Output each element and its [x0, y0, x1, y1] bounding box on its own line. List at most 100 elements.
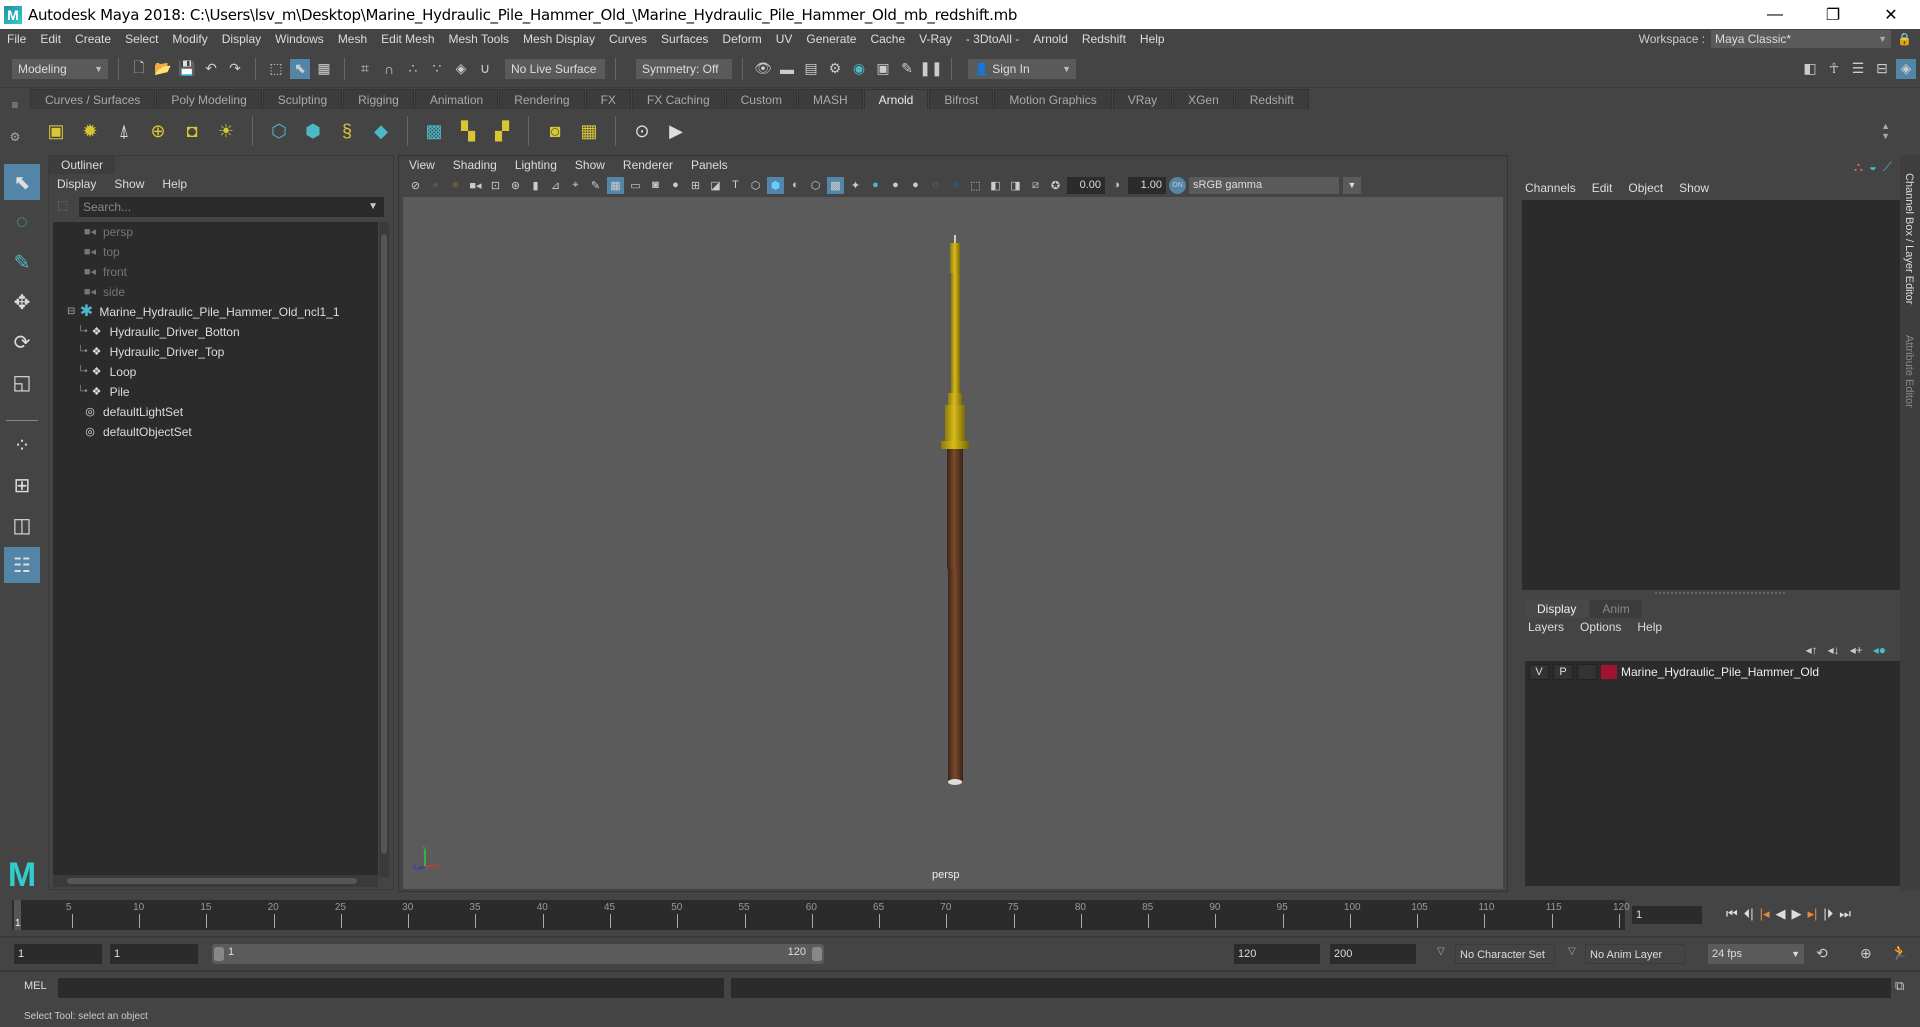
outliner-menu-display[interactable]: Display	[57, 177, 96, 191]
smooth-shade-icon[interactable]: ⬢	[767, 176, 784, 194]
anim-layer-dropdown[interactable]: No Anim Layer	[1585, 944, 1685, 964]
create-standin-icon[interactable]: ⬡	[265, 117, 293, 145]
menu-generate[interactable]: Generate	[799, 32, 863, 46]
resolution-gate-icon[interactable]: ◙	[647, 177, 664, 194]
grid-icon[interactable]: ▦	[607, 176, 624, 194]
snap-point-icon[interactable]: ∴	[403, 59, 423, 79]
human-ik-icon[interactable]: ☥	[1824, 59, 1844, 79]
select-object-icon[interactable]: ⬉	[290, 58, 310, 79]
filter-icon[interactable]: ⬚	[57, 198, 68, 212]
redshift-ipr-icon[interactable]: ●	[427, 177, 444, 194]
physical-sky-icon[interactable]: ☀	[212, 117, 240, 145]
outliner-search-input[interactable]: Search...	[79, 197, 384, 217]
go-to-start-icon[interactable]: ⏮	[1726, 906, 1738, 922]
layer-menu-options[interactable]: Options	[1580, 620, 1621, 634]
snap-magnet-icon[interactable]: ∪	[475, 59, 495, 79]
scrollbar-thumb[interactable]	[381, 234, 387, 854]
symmetry-dropdown[interactable]: Symmetry: Off	[636, 58, 732, 79]
command-input[interactable]	[58, 978, 724, 998]
channels-menu-object[interactable]: Object	[1628, 181, 1663, 195]
shading-icon[interactable]: ◙	[541, 117, 569, 145]
checker-shading-icon[interactable]: ▦	[575, 117, 603, 145]
two-d-pan-zoom-icon[interactable]: ⌖	[567, 177, 584, 194]
menu-arnold[interactable]: Arnold	[1026, 32, 1075, 46]
four-view-layout-icon[interactable]: ⊞	[4, 467, 40, 503]
step-back-frame-icon[interactable]: |◂	[1760, 906, 1770, 922]
shelf-tab-fx[interactable]: FX	[585, 89, 631, 109]
menu-display[interactable]: Display	[215, 32, 268, 46]
play-forward-icon[interactable]: ▶	[1792, 906, 1802, 922]
field-chart-icon[interactable]: ⊞	[687, 177, 704, 194]
gate-mask-icon[interactable]: ●	[667, 177, 684, 194]
outliner-menu-help[interactable]: Help	[162, 177, 187, 191]
lock-camera-icon[interactable]: ⊡	[487, 177, 504, 194]
channel-box-toggle-icon[interactable]: ◈	[1896, 58, 1916, 79]
render-settings-icon[interactable]: ⚙	[825, 59, 845, 79]
layer-menu-help[interactable]: Help	[1637, 620, 1662, 634]
save-scene-icon[interactable]: 💾	[177, 59, 197, 79]
viewport-menu-lighting[interactable]: Lighting	[515, 158, 557, 172]
restore-button[interactable]: ❐	[1804, 0, 1862, 29]
ambient-occlusion-icon[interactable]: ●	[887, 177, 904, 194]
viewport-menu-renderer[interactable]: Renderer	[623, 158, 673, 172]
menu-select[interactable]: Select	[118, 32, 165, 46]
channels-menu-channels[interactable]: Channels	[1525, 181, 1576, 195]
workspace-dropdown[interactable]: Maya Classic*	[1711, 30, 1892, 48]
menu-mesh-display[interactable]: Mesh Display	[516, 32, 602, 46]
area-light-icon[interactable]: ▣	[42, 117, 70, 145]
outliner-node-side[interactable]: ■◂ side	[53, 282, 378, 302]
range-end-handle[interactable]	[812, 947, 822, 961]
side-tab-attribute-editor[interactable]: Attribute Editor	[1903, 335, 1915, 408]
new-scene-icon[interactable]: 🗋	[129, 59, 149, 79]
safe-action-icon[interactable]: ◪	[707, 177, 724, 194]
snap-curve-icon[interactable]: ∩	[379, 59, 399, 79]
shelf-tab-bifrost[interactable]: Bifrost	[929, 89, 994, 109]
grease-pencil-icon[interactable]: ✎	[587, 177, 604, 194]
outliner-horizontal-scrollbar[interactable]	[53, 875, 378, 887]
select-component-icon[interactable]: ▦	[314, 59, 334, 79]
outliner-node-mesh[interactable]: └• ❖ Pile	[53, 382, 378, 402]
skydome-light-icon[interactable]: ⊕	[144, 117, 172, 145]
render-frame-icon[interactable]: ▬	[777, 59, 797, 79]
outliner-node-set[interactable]: ◎ defaultLightSet	[53, 402, 378, 422]
playback-end-field[interactable]: 120	[1234, 944, 1320, 964]
layer-menu-layers[interactable]: Layers	[1528, 620, 1564, 634]
menu-surfaces[interactable]: Surfaces	[654, 32, 715, 46]
color-management-toggle-icon[interactable]: ON	[1169, 176, 1186, 194]
render-play-icon[interactable]: ▶	[662, 117, 690, 145]
side-tab-channel-box[interactable]: Channel Box / Layer Editor	[1903, 173, 1915, 304]
loop-icon[interactable]: ⟲	[1816, 945, 1828, 962]
step-back-key-icon[interactable]: ⏴|	[1744, 906, 1754, 922]
pile-hammer-model[interactable]	[937, 235, 973, 788]
render-view-icon[interactable]: 👁	[753, 59, 773, 79]
play-backward-icon[interactable]: ◀	[1776, 906, 1786, 922]
outliner-vertical-scrollbar[interactable]	[379, 222, 389, 877]
scale-tool-icon[interactable]: ◱	[4, 364, 40, 400]
redshift-render-icon[interactable]: ■	[447, 177, 464, 194]
menu-file[interactable]: File	[0, 32, 33, 46]
shelf-tab-motion-graphics[interactable]: Motion Graphics	[994, 89, 1112, 109]
shelf-tab-rigging[interactable]: Rigging	[343, 89, 414, 109]
export-standin-icon[interactable]: ⬢	[299, 117, 327, 145]
hypershade-icon[interactable]: ◉	[849, 59, 869, 79]
command-language-label[interactable]: MEL	[24, 980, 47, 992]
move-layer-down-icon[interactable]: ◂↓	[1828, 643, 1840, 657]
time-slider-bar[interactable]: 1 5 10 15 20 25 30 35 40 45 50 55 60 65 70 75 80 85 90 95 1…	[12, 900, 1630, 930]
outliner-node-mesh[interactable]: └• ❖ Hydraulic_Driver_Botton	[53, 322, 378, 342]
channel-box-hyper-icon[interactable]: ⟋	[1883, 159, 1892, 175]
animation-end-field[interactable]: 200	[1330, 944, 1416, 964]
shelf-tab-curves-surfaces[interactable]: Curves / Surfaces	[30, 89, 156, 109]
menu-3dtoall[interactable]: - 3DtoAll -	[959, 32, 1026, 46]
outliner-node-top[interactable]: ■◂ top	[53, 242, 378, 262]
redo-icon[interactable]: ↷	[225, 59, 245, 79]
depth-of-field-icon[interactable]: ■	[947, 177, 964, 194]
flush-texture-icon[interactable]: ▞	[488, 117, 516, 145]
pause-viewport-icon[interactable]: ❚❚	[919, 59, 942, 79]
character-set-dropdown[interactable]: No Character Set	[1455, 944, 1555, 964]
viewport-canvas[interactable]: y x z persp	[403, 197, 1503, 889]
layer-playback-toggle[interactable]: P	[1553, 664, 1573, 680]
shelf-settings-icon[interactable]: ⚙	[10, 130, 21, 144]
anim-layer-caret-icon[interactable]: ▽	[1568, 946, 1576, 957]
film-gate-icon[interactable]: ▭	[627, 177, 644, 194]
mesh-light-icon[interactable]: ✹	[76, 117, 104, 145]
